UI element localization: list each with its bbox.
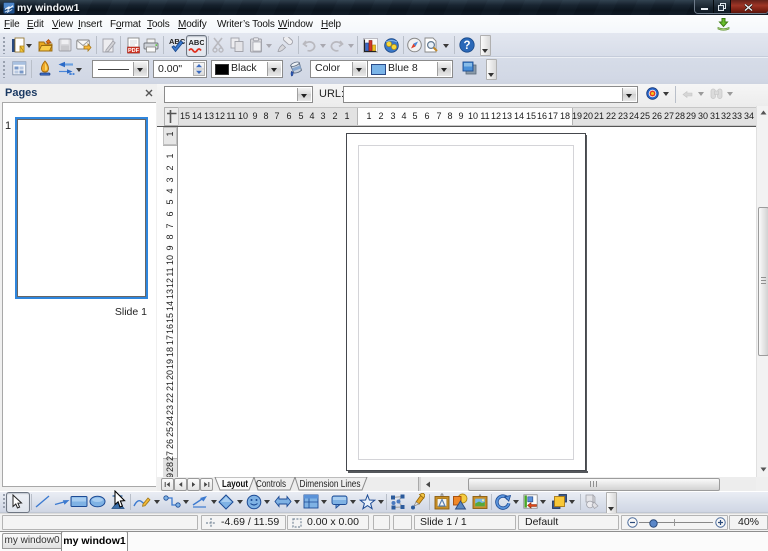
svg-text:ABC: ABC [189, 38, 205, 47]
svg-text:?: ? [463, 40, 470, 52]
svg-text:Dimension Lines: Dimension Lines [300, 479, 361, 490]
svg-text:PDF: PDF [128, 48, 140, 54]
svg-text:Controls: Controls [256, 479, 286, 490]
svg-text:Layout: Layout [222, 479, 249, 490]
